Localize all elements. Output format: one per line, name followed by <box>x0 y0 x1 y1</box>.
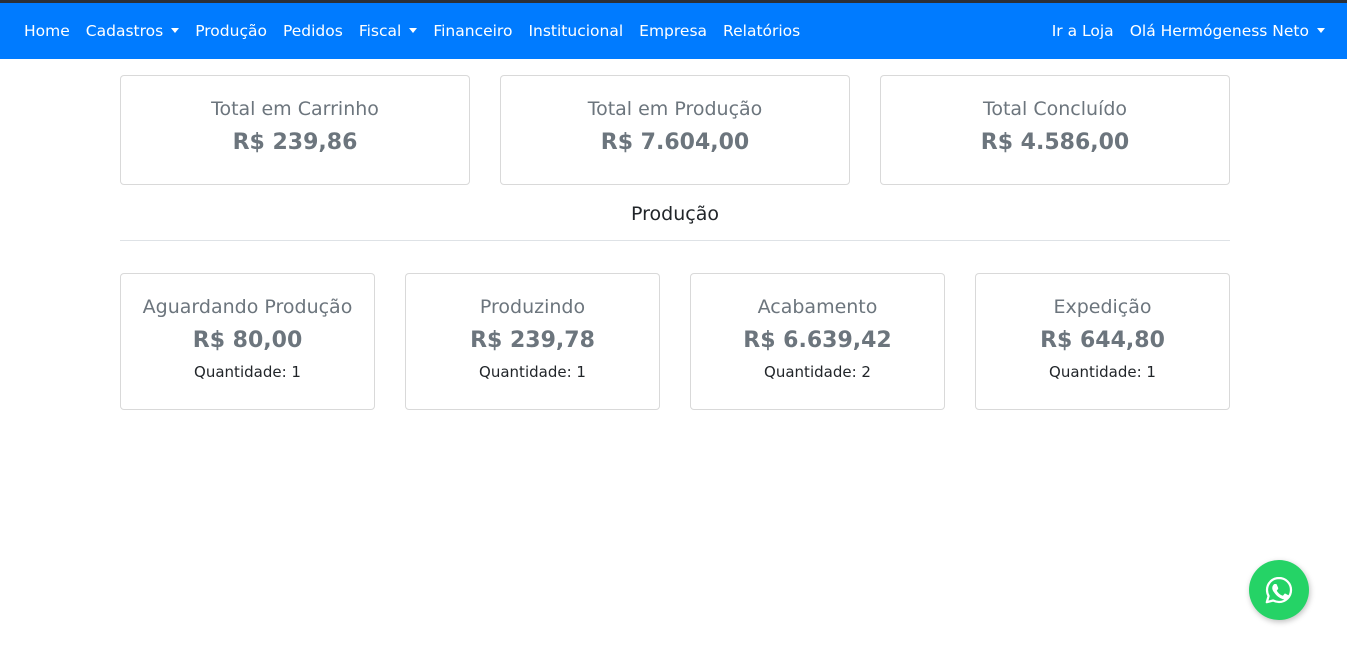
summary-card-carrinho: Total em Carrinho R$ 239,86 <box>120 75 470 185</box>
nav-empresa[interactable]: Empresa <box>639 22 707 40</box>
card-title: Total Concluído <box>982 98 1128 120</box>
whatsapp-button[interactable] <box>1249 560 1309 620</box>
summary-card-producao: Total em Produção R$ 7.604,00 <box>500 75 850 185</box>
main-navbar: Home Cadastros Produção Pedidos Fiscal F… <box>0 3 1347 59</box>
summary-card-concluido: Total Concluído R$ 4.586,00 <box>880 75 1230 185</box>
nav-menu-right: Ir a Loja Olá Hermógeness Neto <box>1036 3 1325 59</box>
nav-cadastros-dropdown[interactable]: Cadastros <box>86 22 180 40</box>
production-cards-row: Aguardando Produção R$ 80,00 Quantidade:… <box>120 273 1230 410</box>
chevron-down-icon <box>171 27 180 33</box>
card-value: R$ 7.604,00 <box>600 130 750 155</box>
card-value: R$ 644,80 <box>1040 328 1165 353</box>
card-title: Expedição <box>1053 296 1152 318</box>
production-card-produzindo: Produzindo R$ 239,78 Quantidade: 1 <box>405 273 660 410</box>
card-value: R$ 80,00 <box>192 328 303 353</box>
nav-institucional[interactable]: Institucional <box>528 22 623 40</box>
nav-pedidos[interactable]: Pedidos <box>283 22 343 40</box>
nav-ir-a-loja[interactable]: Ir a Loja <box>1052 22 1114 40</box>
card-quantity: Quantidade: 1 <box>1049 363 1156 381</box>
card-title: Aguardando Produção <box>142 296 353 318</box>
nav-menu-left: Home Cadastros Produção Pedidos Fiscal F… <box>24 3 816 59</box>
card-quantity: Quantidade: 1 <box>194 363 301 381</box>
card-quantity: Quantidade: 2 <box>764 363 871 381</box>
section-title-producao: Produção <box>631 203 719 225</box>
nav-relatorios[interactable]: Relatórios <box>723 22 800 40</box>
whatsapp-icon <box>1265 576 1293 604</box>
nav-producao[interactable]: Produção <box>195 22 267 40</box>
card-title: Total em Produção <box>587 98 763 120</box>
nav-financeiro[interactable]: Financeiro <box>433 22 512 40</box>
nav-fiscal-dropdown[interactable]: Fiscal <box>359 22 418 40</box>
dashboard-content: Total em Carrinho R$ 239,86 Total em Pro… <box>120 75 1230 410</box>
card-value: R$ 239,78 <box>470 328 595 353</box>
chevron-down-icon <box>1317 27 1325 33</box>
card-title: Acabamento <box>757 296 878 318</box>
summary-cards-row: Total em Carrinho R$ 239,86 Total em Pro… <box>120 75 1230 185</box>
card-value: R$ 239,86 <box>232 130 358 155</box>
user-menu-dropdown[interactable]: Olá Hermógeness Neto <box>1130 22 1325 40</box>
card-title: Produzindo <box>479 296 586 318</box>
chevron-down-icon <box>409 27 418 33</box>
production-card-aguardando: Aguardando Produção R$ 80,00 Quantidade:… <box>120 273 375 410</box>
production-card-acabamento: Acabamento R$ 6.639,42 Quantidade: 2 <box>690 273 945 410</box>
section-divider <box>120 240 1230 241</box>
card-value: R$ 6.639,42 <box>743 328 892 353</box>
card-quantity: Quantidade: 1 <box>479 363 586 381</box>
card-title: Total em Carrinho <box>211 98 379 120</box>
production-card-expedicao: Expedição R$ 644,80 Quantidade: 1 <box>975 273 1230 410</box>
card-value: R$ 4.586,00 <box>980 130 1130 155</box>
nav-home[interactable]: Home <box>24 22 70 40</box>
